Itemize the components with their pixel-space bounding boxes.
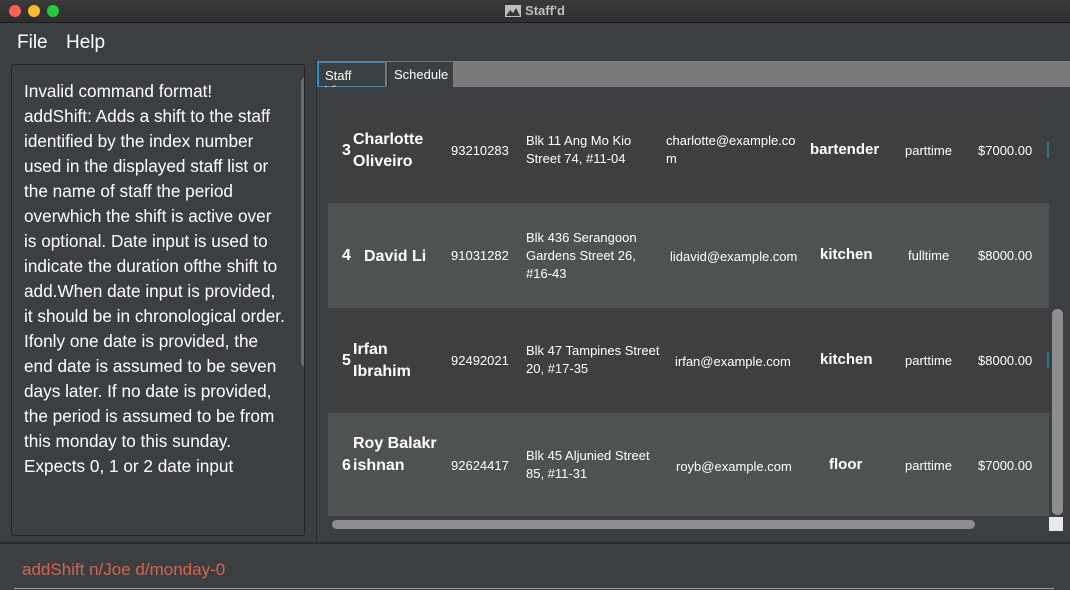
staff-index: 6: [342, 457, 351, 474]
result-message: Invalid command format! addShift: Adds a…: [24, 79, 286, 479]
staff-card[interactable]: 4 David Li 91031282 Blk 436 Serangoon Ga…: [328, 203, 1049, 308]
staff-list: 3 Charlotte Oliveiro 93210283 Blk 11 Ang…: [328, 98, 1049, 516]
staff-salary: $8000.00: [978, 248, 1033, 263]
tab-bar: Staff View Schedule: [317, 61, 1070, 98]
result-display[interactable]: Invalid command format! addShift: Adds a…: [11, 64, 305, 536]
result-error-line: Invalid command format!: [24, 81, 213, 101]
staff-role: kitchen: [820, 246, 873, 263]
window-title: Staff'd: [525, 3, 565, 18]
staff-name: Irfan Ibrahim: [353, 341, 411, 380]
staff-salary: $7000.00: [978, 458, 1033, 473]
staff-address: Blk 47 Tampines Street 20, #17-35: [526, 343, 660, 376]
staff-email: lidavid@example.com: [670, 249, 798, 264]
staff-email: charlotte@example.co m: [666, 133, 796, 166]
mountain-logo-icon: [505, 5, 522, 20]
tab-staff-view[interactable]: Staff View: [318, 62, 386, 98]
scroll-corner: [1049, 517, 1063, 531]
staff-list-panel: 3 Charlotte Oliveiro 93210283 Blk 11 Ang…: [317, 87, 1070, 542]
menu-help[interactable]: Help: [66, 32, 105, 54]
menu-file[interactable]: File: [17, 32, 48, 54]
staff-address: Blk 45 Aljunied Street 85, #11-31: [526, 448, 650, 481]
title-bar: Staff'd: [0, 0, 1070, 23]
staff-email: irfan@example.com: [675, 354, 791, 369]
window-title-area: Staff'd: [0, 3, 1070, 20]
staff-type: parttime: [905, 143, 952, 158]
staff-salary: $8000.00: [978, 353, 1033, 368]
staff-card[interactable]: 5 Irfan Ibrahim 92492021 Blk 47 Tampines…: [328, 308, 1049, 413]
staff-phone: 92492021: [451, 353, 509, 368]
staff-role: floor: [829, 456, 863, 473]
row-indicator: [1047, 142, 1049, 158]
staff-phone: 92624417: [451, 458, 509, 473]
command-input[interactable]: addShift n/Joe d/monday-0: [22, 560, 225, 580]
staff-salary: $7000.00: [978, 143, 1033, 158]
staff-index: 4: [342, 247, 351, 264]
staff-type: fulltime: [908, 248, 950, 263]
result-scrollbar[interactable]: [301, 77, 304, 367]
command-input-underline: [14, 588, 1054, 589]
row-indicator: [1047, 352, 1049, 368]
staff-name: Roy Balakrishnan: [353, 435, 437, 474]
staff-index: 5: [342, 352, 351, 369]
staff-name: Charlotte Oliveiro: [353, 131, 424, 170]
staff-type: parttime: [905, 458, 952, 473]
staff-role: kitchen: [820, 351, 873, 368]
staff-phone: 93210283: [451, 143, 509, 158]
staff-email: royb@example.com: [676, 459, 792, 474]
result-panel: Invalid command format! addShift: Adds a…: [0, 60, 316, 542]
staff-type: parttime: [905, 353, 952, 368]
menu-bar: File Help: [0, 24, 1070, 60]
tab-schedule[interactable]: Schedule: [387, 62, 453, 87]
staff-list-vertical-scrollbar[interactable]: [1052, 309, 1063, 515]
staff-address: Blk 11 Ang Mo Kio Street 74, #11-04: [526, 133, 632, 166]
staff-role: bartender: [810, 141, 880, 158]
staff-card[interactable]: 6 Roy Balakrishnan 92624417 Blk 45 Aljun…: [328, 413, 1049, 516]
staff-address: Blk 436 Serangoon Gardens Street 26, #16…: [526, 230, 637, 281]
staff-card[interactable]: 3 Charlotte Oliveiro 93210283 Blk 11 Ang…: [328, 98, 1049, 203]
staff-phone: 91031282: [451, 248, 509, 263]
staff-name: David Li: [364, 248, 427, 265]
result-usage-text: addShift: Adds a shift to the staff iden…: [24, 106, 285, 476]
command-box: addShift n/Joe d/monday-0: [0, 544, 1070, 590]
staff-list-horizontal-scrollbar[interactable]: [332, 520, 975, 529]
staff-index: 3: [342, 142, 351, 159]
